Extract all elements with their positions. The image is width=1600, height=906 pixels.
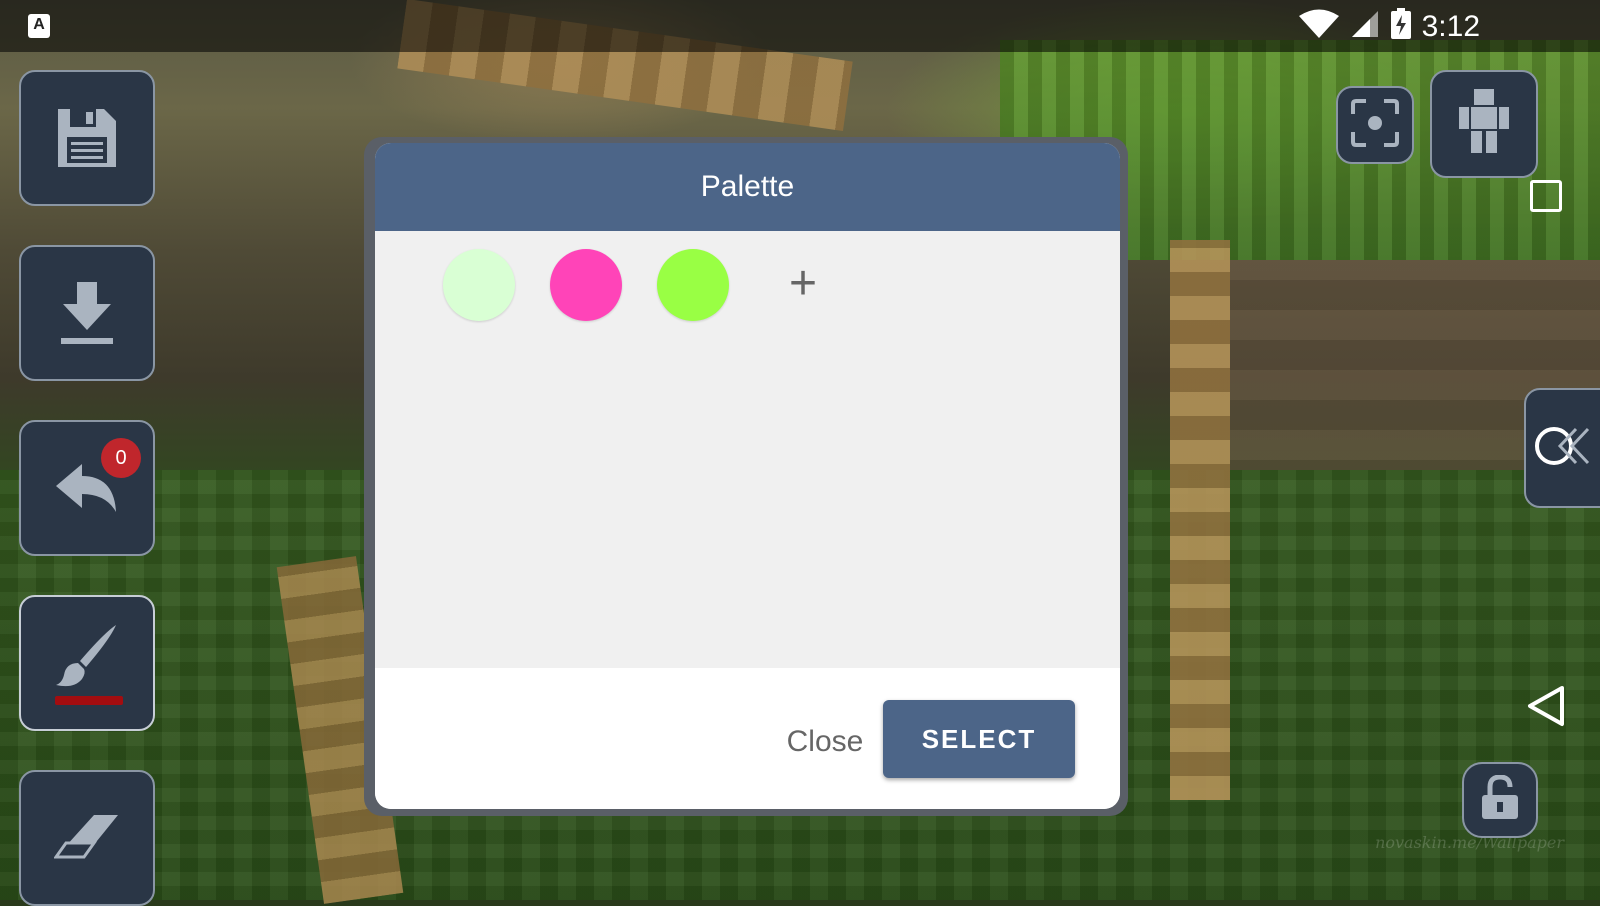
collapse-panel-button[interactable] bbox=[1524, 388, 1600, 508]
undo-count-badge: 0 bbox=[101, 438, 141, 478]
palette-swatch-area: + bbox=[375, 231, 1120, 668]
dialog-title: Palette bbox=[375, 143, 1120, 231]
eraser-button[interactable] bbox=[19, 770, 155, 906]
select-button[interactable]: SELECT bbox=[883, 700, 1075, 778]
watermark: novaskin.me/Wallpaper bbox=[1375, 833, 1564, 852]
focus-button[interactable] bbox=[1336, 86, 1414, 164]
focus-icon bbox=[1350, 98, 1400, 153]
lock-icon bbox=[1480, 773, 1520, 826]
brush-button[interactable] bbox=[19, 595, 155, 731]
eraser-icon bbox=[54, 813, 120, 863]
download-icon bbox=[57, 280, 117, 346]
battery-charging-icon bbox=[1390, 8, 1412, 45]
app-notification-icon: A bbox=[28, 14, 50, 38]
collapse-panel-icon bbox=[1532, 421, 1592, 476]
undo-button[interactable]: 0 bbox=[19, 420, 155, 556]
skin-model-button[interactable] bbox=[1430, 70, 1538, 178]
save-button[interactable] bbox=[19, 70, 155, 206]
palette-dialog: Palette + Close SELECT bbox=[375, 143, 1120, 809]
add-color-button[interactable]: + bbox=[777, 259, 829, 311]
recent-apps-square-icon[interactable] bbox=[1530, 180, 1562, 212]
signal-icon bbox=[1350, 9, 1380, 44]
back-triangle-icon[interactable] bbox=[1526, 684, 1566, 733]
color-swatch[interactable] bbox=[657, 249, 729, 321]
download-button[interactable] bbox=[19, 245, 155, 381]
dialog-footer: Close SELECT bbox=[375, 668, 1120, 809]
lock-button[interactable] bbox=[1462, 762, 1538, 838]
brush-color-indicator bbox=[55, 696, 123, 705]
clock: 3:12 bbox=[1421, 9, 1480, 43]
color-swatch[interactable] bbox=[550, 249, 622, 321]
wifi-icon bbox=[1298, 9, 1340, 44]
floppy-disk-icon bbox=[54, 105, 120, 171]
brush-icon bbox=[54, 623, 120, 689]
close-button[interactable]: Close bbox=[775, 720, 875, 764]
skin-model-icon bbox=[1459, 88, 1509, 160]
wooden-post bbox=[1170, 240, 1230, 800]
status-bar: A 3:12 bbox=[0, 0, 1600, 52]
color-swatch[interactable] bbox=[443, 249, 515, 321]
